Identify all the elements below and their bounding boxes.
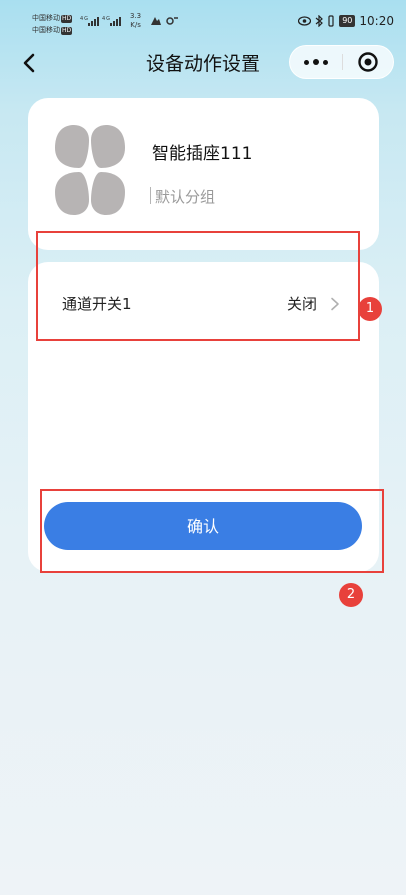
device-info-card: 智能插座111 默认分组 — [28, 98, 379, 250]
more-dot-2 — [313, 59, 319, 65]
device-group: 默认分组 — [150, 186, 215, 208]
status-right: 90 10:20 — [298, 14, 394, 28]
more-options-button[interactable] — [290, 46, 342, 78]
target-close-icon — [358, 52, 378, 72]
bluetooth-icon — [315, 15, 324, 27]
signal-icon: 4G 4G — [80, 14, 124, 30]
carrier-info: 中国移动 HD 中国移动 HD — [32, 12, 73, 36]
carrier-name-1: 中国移动 — [32, 14, 60, 22]
hd-badge-2: HD — [61, 27, 73, 35]
navigation-bar: 设备动作设置 — [0, 44, 406, 84]
vibrate-icon — [328, 15, 334, 27]
clock: 10:20 — [359, 14, 394, 28]
device-group-label: 默认分组 — [155, 188, 216, 206]
svg-text:4G: 4G — [102, 16, 111, 22]
group-separator — [150, 187, 151, 204]
close-miniprogram-button[interactable] — [343, 46, 393, 78]
device-name: 智能插座111 — [152, 144, 253, 164]
notification-icons — [150, 15, 180, 30]
annotation-badge-2: 2 — [339, 583, 363, 607]
hd-badge-1: HD — [61, 15, 73, 23]
svg-text:4G: 4G — [80, 16, 89, 22]
more-dot-1 — [304, 60, 309, 65]
battery-indicator: 90 — [339, 15, 356, 27]
annotation-box-1 — [36, 231, 360, 341]
net-speed-unit: K/s — [130, 21, 141, 29]
annotation-box-2 — [40, 489, 384, 573]
status-bar: 中国移动 HD 中国移动 HD 4G 4G 3.3 K/s 90 10:20 — [0, 0, 406, 44]
annotation-badge-1: 1 — [358, 297, 382, 321]
network-speed: 3.3 K/s — [130, 12, 141, 30]
net-speed-value: 3.3 — [130, 12, 142, 20]
mini-program-capsule — [289, 45, 394, 79]
eye-icon — [298, 16, 312, 26]
more-dot-3 — [323, 60, 328, 65]
carrier-name-2: 中国移动 — [32, 26, 60, 34]
four-leaf-device-icon — [52, 122, 128, 218]
